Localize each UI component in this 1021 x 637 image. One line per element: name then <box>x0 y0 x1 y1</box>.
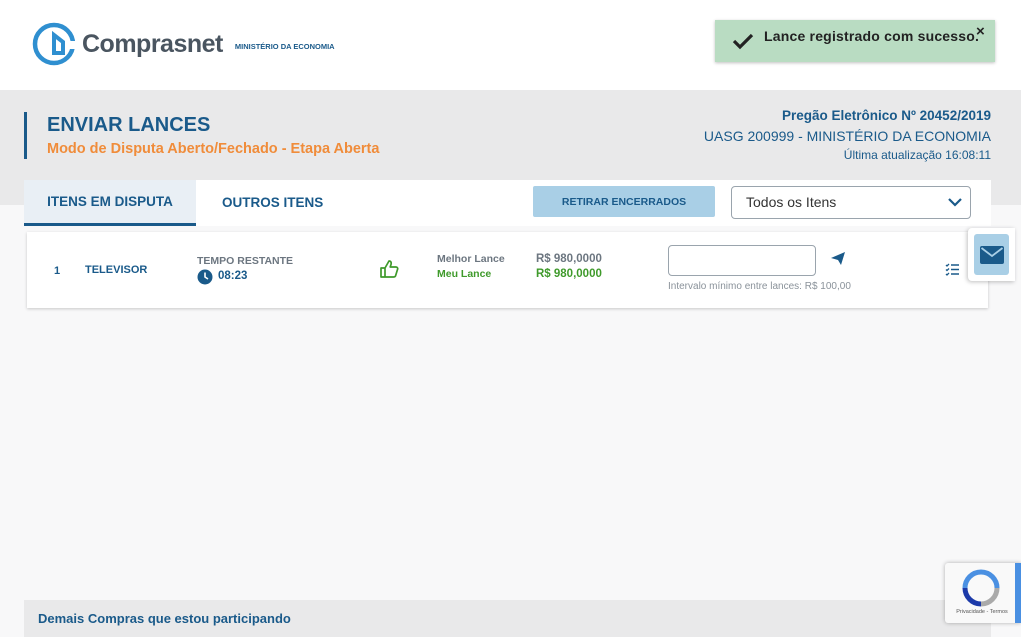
tab-itens-em-disputa[interactable]: ITENS EM DISPUTA <box>24 180 196 226</box>
item-name: TELEVISOR <box>85 264 148 276</box>
messages-panel <box>968 228 1015 281</box>
close-icon[interactable]: × <box>976 23 985 40</box>
time-remaining-label: TEMPO RESTANTE <box>197 255 294 267</box>
page-title: ENVIAR LANCES <box>47 114 211 136</box>
item-filter-value: Todos os Itens <box>746 194 837 210</box>
dispute-mode: Modo de Disputa Aberto/Fechado - Etapa A… <box>47 141 380 157</box>
my-bid-label: Meu Lance <box>437 268 492 280</box>
recaptcha-badge[interactable]: Privacidade - Termos <box>945 563 1021 623</box>
best-bid-value: R$ 980,0000 <box>536 253 602 265</box>
send-icon[interactable] <box>831 252 845 265</box>
title-accent-bar <box>24 112 27 159</box>
brand-name: Comprasnet <box>82 29 223 58</box>
list-check-icon[interactable] <box>945 263 959 276</box>
success-toast: Lance registrado com sucesso. × <box>715 20 995 62</box>
tab-outros-itens[interactable]: OUTROS ITENS <box>222 195 323 210</box>
comprasnet-logo-icon <box>32 22 76 66</box>
recaptcha-links[interactable]: Privacidade - Termos <box>949 609 1015 615</box>
other-purchases-section[interactable]: Demais Compras que estou participando <box>24 600 991 637</box>
my-bid-value: R$ 980,0000 <box>536 268 602 280</box>
messages-button[interactable] <box>974 234 1009 275</box>
chevron-down-icon <box>948 198 962 207</box>
comprasnet-logo[interactable]: Comprasnet MINISTÉRIO DA ECONOMIA <box>32 21 335 67</box>
uasg-info: UASG 200999 - MINISTÉRIO DA ECONOMIA <box>703 128 991 144</box>
other-purchases-title: Demais Compras que estou participando <box>38 611 291 626</box>
recaptcha-strip <box>1015 563 1021 623</box>
ministry-name: MINISTÉRIO DA ECONOMIA <box>234 41 335 51</box>
clock-icon <box>197 269 213 285</box>
min-interval-hint: Intervalo mínimo entre lances: R$ 100,00 <box>668 281 851 292</box>
thumbs-up-icon <box>380 260 399 278</box>
retirar-encerrados-button[interactable]: RETIRAR ENCERRADOS <box>533 186 715 217</box>
item-filter-select[interactable]: Todos os Itens <box>731 186 971 219</box>
check-icon <box>732 33 754 50</box>
recaptcha-icon <box>962 569 1000 607</box>
pregao-number: Pregão Eletrônico Nº 20452/2019 <box>781 108 991 123</box>
bid-input[interactable] <box>668 245 816 276</box>
envelope-icon <box>979 245 1004 264</box>
item-row: 1 TELEVISOR TEMPO RESTANTE 08:23 Melhor … <box>27 232 988 308</box>
toast-message: Lance registrado com sucesso. <box>764 28 980 44</box>
tab-bar: ITENS EM DISPUTA OUTROS ITENS RETIRAR EN… <box>24 180 991 226</box>
last-update: Última atualização 16:08:11 <box>843 148 991 162</box>
best-bid-label: Melhor Lance <box>437 253 505 265</box>
item-number: 1 <box>54 265 61 277</box>
time-remaining-value: 08:23 <box>218 270 248 282</box>
